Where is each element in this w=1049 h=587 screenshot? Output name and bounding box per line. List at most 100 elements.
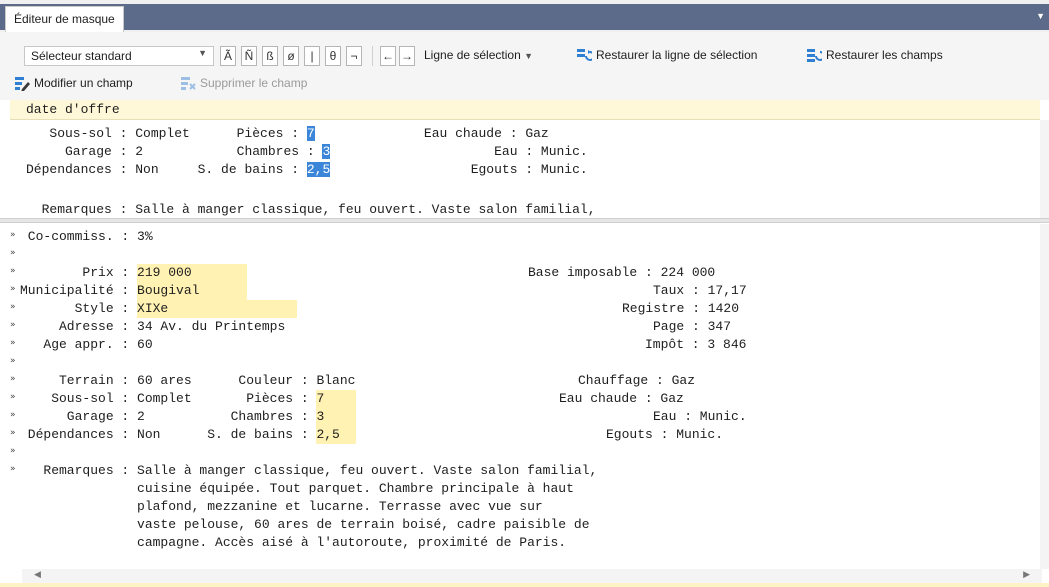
value: Munic. [540, 144, 588, 159]
top-row-1: Sous-sol : Complet Pièces : 7 Eau chaude… [26, 125, 549, 143]
chambres-field[interactable]: 3 [316, 408, 357, 426]
pane-splitter[interactable] [0, 218, 1049, 223]
nav-next-button[interactable]: → [399, 46, 415, 66]
salles-de-bains-field[interactable]: 2,5 [316, 426, 357, 444]
remarks-line-1: Remarques : Salle à manger classique, fe… [20, 463, 598, 478]
tab-mask-editor[interactable]: Éditeur de masque [5, 6, 124, 33]
restore-fields-icon [807, 49, 822, 62]
label: Sous-sol : [26, 126, 136, 141]
tab-bar [0, 4, 1049, 30]
style-line: Style : XIXe [20, 300, 298, 318]
glyph-oslash-button[interactable]: ø [283, 46, 299, 66]
label: Dépendances : Non S. de bains : [20, 427, 317, 442]
chevron-down-icon: ▼ [524, 51, 534, 61]
status-strip [0, 583, 1049, 587]
gutter-chevron-icon: » [10, 230, 16, 240]
selector-dropdown[interactable]: Sélecteur standard ▼ [24, 46, 214, 66]
gutter-chevron-icon: » [10, 410, 16, 420]
selected-value[interactable]: 2,5 [306, 162, 331, 177]
label: Dépendances : [26, 162, 136, 177]
registre: Registre : 1420 [622, 301, 740, 316]
gutter-chevron-icon: » [10, 428, 16, 438]
municipalite-line: Municipalité : Bougival [20, 282, 248, 300]
label: Municipalité : [20, 283, 138, 298]
gutter-chevron-icon: » [10, 392, 16, 402]
gutter-chevron-icon: » [10, 464, 16, 474]
bottom-vertical-scrollbar[interactable] [1040, 224, 1049, 569]
label: Garage : 2 Chambres : [20, 409, 317, 424]
value: Non [135, 162, 159, 177]
field-name-label: date d'offre [26, 102, 120, 117]
toolbar-separator [372, 46, 373, 66]
label: Style : [20, 301, 138, 316]
modify-field-button[interactable]: Modifier un champ [34, 76, 133, 90]
remarks-line-4: vaste pelouse, 60 ares de terrain boisé,… [20, 517, 590, 532]
remarks-line-3: plafond, mezzanine et lucarne. Terrasse … [20, 499, 543, 514]
cocommiss-line: Co-commiss. : 3% [20, 229, 153, 244]
value: Gaz [525, 126, 549, 141]
taux: Taux : 17,17 [653, 283, 747, 298]
label: Chambres : [143, 144, 323, 159]
label: Sous-sol : Complet Pièces : [20, 391, 317, 406]
value: 2 [135, 144, 144, 159]
glyph-theta-button[interactable]: θ [325, 46, 341, 66]
style-field[interactable]: XIXe [137, 300, 298, 318]
horizontal-scrollbar[interactable]: ◀ ▶ [22, 569, 1042, 583]
gutter-chevron-icon: » [10, 266, 16, 276]
tab-strip: Éditeur de masque ▼ [0, 0, 1049, 33]
label: Egouts : [330, 162, 541, 177]
nav-prev-button[interactable]: ← [380, 46, 396, 66]
glyph-not-button[interactable]: ¬ [346, 46, 362, 66]
pieces-field[interactable]: 7 [316, 390, 357, 408]
top-row-3: Dépendances : Non S. de bains : 2,5 Egou… [26, 161, 588, 179]
gutter-chevron-icon: » [10, 374, 16, 384]
base-imposable: Base imposable : 224 000 [528, 265, 716, 280]
restore-selection-button[interactable]: Restaurer la ligne de sélection [596, 48, 757, 62]
prix-line: Prix : 219 000 [20, 264, 248, 282]
delete-field-icon [181, 77, 196, 90]
prix-field[interactable]: 219 000 [137, 264, 248, 282]
adresse-line: Adresse : 34 Av. du Printemps [20, 319, 286, 334]
garage-line: Garage : 2 Chambres : 3 [20, 408, 357, 426]
remarks-line-5: campagne. Accès aisé à l'autoroute, prox… [20, 535, 567, 550]
gutter-chevron-icon: » [10, 302, 16, 312]
gutter-chevron-icon: » [10, 320, 16, 330]
eau-chaude: Eau chaude : Gaz [559, 391, 684, 406]
label: S. de bains : [158, 162, 307, 177]
label: Eau : [330, 144, 541, 159]
glyph-a-tilde-button[interactable]: Ã [220, 46, 236, 66]
selected-value[interactable]: 7 [306, 126, 315, 141]
glyph-n-tilde-button[interactable]: Ñ [241, 46, 257, 66]
impot: Impôt : 3 846 [645, 337, 747, 352]
label: Prix : [20, 265, 138, 280]
selection-line-label: Ligne de sélection [424, 48, 521, 62]
toolbar [0, 32, 1049, 100]
eau: Eau : Munic. [653, 409, 747, 424]
glyph-eszett-button[interactable]: ß [262, 46, 278, 66]
scroll-left-icon[interactable]: ◀ [34, 569, 41, 580]
top-row-2: Garage : 2 Chambres : 3 Eau : Munic. [26, 143, 588, 161]
scroll-right-icon[interactable]: ▶ [1023, 569, 1030, 580]
tab-menu-chevron-icon[interactable]: ▼ [1036, 11, 1045, 21]
age-line: Age appr. : 60 [20, 337, 153, 352]
top-vertical-scrollbar[interactable] [1040, 120, 1049, 218]
label: Eau chaude : [314, 126, 526, 141]
remarks-line-2: cuisine équipée. Tout parquet. Chambre p… [20, 481, 574, 496]
value: Munic. [540, 162, 588, 177]
dependances-line: Dépendances : Non S. de bains : 2,5 [20, 426, 357, 444]
label: Garage : [26, 144, 136, 159]
delete-field-button[interactable]: Supprimer le champ [200, 76, 307, 90]
chevron-down-icon: ▼ [198, 48, 207, 58]
selection-line-dropdown[interactable]: Ligne de sélection ▼ [424, 48, 533, 62]
chauffage: Chauffage : Gaz [578, 373, 696, 388]
field-name-bar [10, 100, 1040, 120]
value: Complet [135, 126, 190, 141]
gutter-chevron-icon: » [10, 356, 16, 366]
terrain-line: Terrain : 60 ares Couleur : Blanc [20, 373, 356, 388]
restore-fields-button[interactable]: Restaurer les champs [826, 48, 943, 62]
municipalite-field[interactable]: Bougival [137, 282, 248, 300]
glyph-pipe-button[interactable]: | [304, 46, 320, 66]
top-remarks: Remarques : Salle à manger classique, fe… [26, 202, 596, 217]
gutter-chevron-icon: » [10, 248, 16, 258]
egouts: Egouts : Munic. [606, 427, 724, 442]
